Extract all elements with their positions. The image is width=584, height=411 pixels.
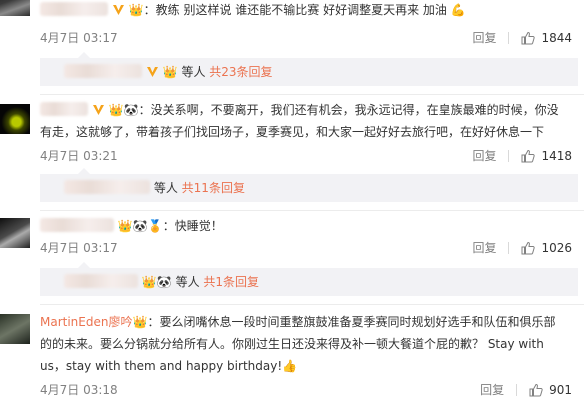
crown-badge-icon: 👑 xyxy=(108,103,124,117)
comment-meta: 4月7日 03:21 回复 1418 xyxy=(40,146,578,166)
sub-replies: 👑 等人 共23条回复 xyxy=(40,52,578,86)
blurred-username[interactable] xyxy=(64,274,138,288)
verified-badge-icon xyxy=(112,5,124,15)
sub-replies: 等人 共11条回复 xyxy=(40,168,578,202)
username[interactable]: MartinEden廖吟 xyxy=(40,315,132,329)
timestamp: 4月7日 03:17 xyxy=(40,241,118,255)
verified-badge-icon xyxy=(146,67,158,77)
comment-text-line-1: 没关系啊，不要离开，我们还有机会，我永远记得，在皇族最难的时候，你没 xyxy=(150,103,559,117)
comment-body: 👑🐼：没关系啊，不要离开，我们还有机会，我永远记得，在皇族最难的时候，你没 xyxy=(40,100,578,120)
crown-badge-icon: 👑 xyxy=(117,219,133,233)
panda-badge-icon: 🐼 xyxy=(156,275,172,289)
divider xyxy=(40,304,584,305)
avatar[interactable] xyxy=(0,314,30,344)
avatar[interactable] xyxy=(0,104,30,134)
like-count: 1844 xyxy=(541,31,572,45)
like-count: 1418 xyxy=(541,149,572,163)
crown-badge-icon: 👑 xyxy=(128,3,144,17)
comment-text-line-2: 的的未来。要么分锅就分给所有人。你刚过生日还没来得及补一顿大餐道个屁的歉？ St… xyxy=(40,337,544,351)
like-button[interactable]: 1844 xyxy=(509,28,572,48)
more-replies-link[interactable]: 共11条回复 xyxy=(182,181,245,195)
reply-button[interactable]: 回复 xyxy=(460,242,510,254)
like-count: 1026 xyxy=(541,241,572,255)
reply-button[interactable]: 回复 xyxy=(460,150,510,162)
verified-badge-icon xyxy=(92,105,104,115)
blurred-username[interactable] xyxy=(40,218,114,232)
crown-badge-icon: 👑 xyxy=(162,65,178,79)
comment-meta: 4月7日 03:18 回复 901 xyxy=(40,380,578,400)
comment-text: 快睡觉！ xyxy=(174,219,223,233)
like-button[interactable]: 1026 xyxy=(509,238,572,258)
more-replies-link[interactable]: 共23条回复 xyxy=(209,65,272,79)
reply-button[interactable]: 回复 xyxy=(460,32,510,44)
avatar[interactable] xyxy=(0,0,30,16)
more-replies-link[interactable]: 共1条回复 xyxy=(203,275,259,289)
medal-badge-icon: 🏅 xyxy=(147,219,163,233)
comment-body: 👑：教练 别这样说 谁还能不输比赛 好好调整夏天再来 加油 💪 xyxy=(40,0,578,20)
comment-text-line-3: us，stay with them and happy birthday!👍 xyxy=(40,356,578,376)
like-button[interactable]: 901 xyxy=(517,380,572,400)
thumbs-up-icon xyxy=(521,149,536,163)
like-button[interactable]: 1418 xyxy=(509,146,572,166)
panda-badge-icon: 🐼 xyxy=(123,103,139,117)
thumbs-up-icon xyxy=(521,241,536,255)
like-count: 901 xyxy=(549,383,572,397)
comment-meta: 4月7日 03:17 回复 1844 xyxy=(40,28,578,48)
flex-emoji-icon: 💪 xyxy=(450,3,466,17)
blurred-username[interactable] xyxy=(64,64,142,78)
crown-badge-icon: 👑 xyxy=(141,275,157,289)
blurred-username[interactable] xyxy=(64,180,150,194)
panda-badge-icon: 🐼 xyxy=(132,219,148,233)
comment-meta: 4月7日 03:17 回复 1026 xyxy=(40,238,578,258)
comment-text: 教练 别这样说 谁还能不输比赛 好好调整夏天再来 加油 xyxy=(155,3,447,17)
sub-replies: 👑🐼 等人 共1条回复 xyxy=(40,262,578,296)
avatar[interactable] xyxy=(0,218,30,248)
thumbs-up-icon xyxy=(521,31,536,45)
timestamp: 4月7日 03:21 xyxy=(40,149,118,163)
crown-badge-icon: 👑 xyxy=(132,315,148,329)
comment-body: 👑🐼🏅：快睡觉！ xyxy=(40,216,578,236)
divider xyxy=(40,94,584,95)
thumbs-up-icon xyxy=(529,383,543,397)
reply-button[interactable]: 回复 xyxy=(468,384,518,396)
comment-text-line-2: 有走，这就够了，带着孩子们找回场子，夏季赛见，和大家一起好好去旅行吧，在好好休息… xyxy=(40,125,545,139)
comment-text-line-1: 要么闭嘴休息一段时间重整旗鼓准备夏季赛同时规划好选手和队伍和俱乐部 xyxy=(159,315,556,329)
timestamp: 4月7日 03:18 xyxy=(40,383,118,397)
comment-body: MartinEden廖吟👑：要么闭嘴休息一段时间重整旗鼓准备夏季赛同时规划好选手… xyxy=(40,312,578,332)
thumbs-up-emoji-icon: 👍 xyxy=(282,359,298,373)
divider xyxy=(40,210,584,211)
blurred-username[interactable] xyxy=(40,102,88,116)
timestamp: 4月7日 03:17 xyxy=(40,31,118,45)
blurred-username[interactable] xyxy=(40,2,108,16)
